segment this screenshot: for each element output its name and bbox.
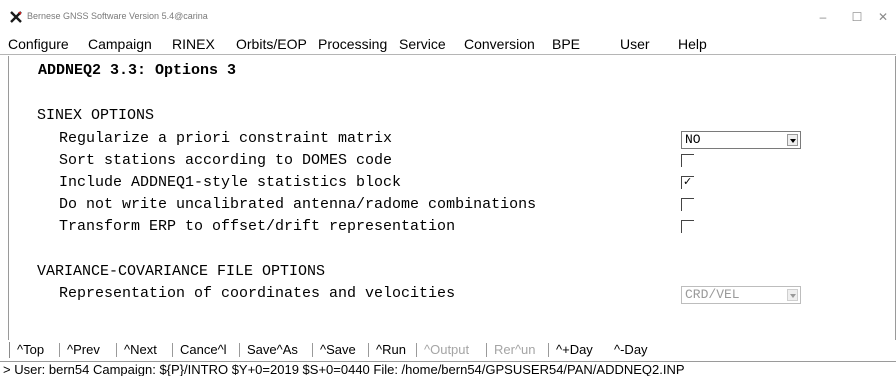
toolbar-separator (239, 343, 240, 357)
include-statistics-block-label: Include ADDNEQ1-style statistics block (59, 174, 402, 191)
menu-campaign[interactable]: Campaign (88, 36, 152, 52)
menu-bpe[interactable]: BPE (552, 36, 580, 52)
toolbar-separator (368, 343, 369, 357)
coordinates-velocities-label: Representation of coordinates and veloci… (59, 285, 456, 302)
menu-help[interactable]: Help (678, 36, 707, 52)
coordinates-velocities-value: CRD/VEL (685, 287, 740, 302)
toolbar-separator (59, 343, 60, 357)
rerun-button: Rer^un (494, 342, 536, 357)
toolbar-separator (312, 343, 313, 357)
menu-service[interactable]: Service (399, 36, 446, 52)
no-uncalibrated-antenna-label: Do not write uncalibrated antenna/radome… (59, 196, 537, 213)
regularize-constraint-label: Regularize a priori constraint matrix (59, 130, 393, 147)
window-title: Bernese GNSS Software Version 5.4@carina (27, 11, 208, 21)
menu-user[interactable]: User (620, 36, 650, 52)
command-toolbar: ^Top ^Prev ^Next Cance^l Save^As ^Save ^… (0, 340, 896, 360)
status-line: > User: bern54 Campaign: ${P}/INTRO $Y+0… (0, 361, 896, 376)
dropdown-arrow-icon (787, 289, 798, 301)
menu-configure[interactable]: Configure (8, 36, 69, 52)
plus-day-button[interactable]: ^+Day (556, 342, 593, 357)
include-statistics-block-checkbox[interactable] (681, 176, 694, 189)
minus-day-button[interactable]: ^-Day (614, 342, 648, 357)
prev-button[interactable]: ^Prev (67, 342, 100, 357)
x-logo-icon (10, 11, 22, 23)
toolbar-separator (116, 343, 117, 357)
toolbar-separator (416, 343, 417, 357)
coordinates-velocities-select: CRD/VEL (681, 286, 801, 304)
toolbar-grip (9, 342, 10, 358)
output-button: ^Output (424, 342, 470, 357)
menu-processing[interactable]: Processing (318, 36, 387, 52)
sort-stations-domes-checkbox[interactable] (681, 154, 694, 167)
menu-rinex[interactable]: RINEX (172, 36, 215, 52)
menu-conversion[interactable]: Conversion (464, 36, 535, 52)
sinex-options-heading: SINEX OPTIONS (37, 107, 155, 124)
dropdown-arrow-icon[interactable] (787, 134, 798, 146)
transform-erp-checkbox[interactable] (681, 220, 694, 233)
toolbar-separator (548, 343, 549, 357)
regularize-constraint-select[interactable]: NO (681, 131, 801, 149)
menu-bar: Configure Campaign RINEX Orbits/EOP Proc… (0, 33, 896, 55)
title-bar: Bernese GNSS Software Version 5.4@carina… (0, 0, 896, 33)
menu-orbits-eop[interactable]: Orbits/EOP (236, 36, 307, 52)
save-button[interactable]: ^Save (320, 342, 356, 357)
close-button[interactable]: ✕ (868, 6, 896, 28)
run-button[interactable]: ^Run (376, 342, 406, 357)
toolbar-separator (486, 343, 487, 357)
toolbar-separator (172, 343, 173, 357)
cancel-button[interactable]: Cance^l (180, 342, 227, 357)
panel-title: ADDNEQ2 3.3: Options 3 (38, 62, 237, 79)
next-button[interactable]: ^Next (124, 342, 157, 357)
save-as-button[interactable]: Save^As (247, 342, 298, 357)
transform-erp-label: Transform ERP to offset/drift representa… (59, 218, 456, 235)
sort-stations-domes-label: Sort stations according to DOMES code (59, 152, 393, 169)
top-button[interactable]: ^Top (17, 342, 44, 357)
no-uncalibrated-antenna-checkbox[interactable] (681, 198, 694, 211)
regularize-constraint-value: NO (685, 132, 701, 147)
minimize-button[interactable]: – (808, 6, 838, 28)
varcov-options-heading: VARIANCE-COVARIANCE FILE OPTIONS (37, 263, 326, 280)
options-panel: ADDNEQ2 3.3: Options 3 SINEX OPTIONS Reg… (8, 56, 896, 340)
